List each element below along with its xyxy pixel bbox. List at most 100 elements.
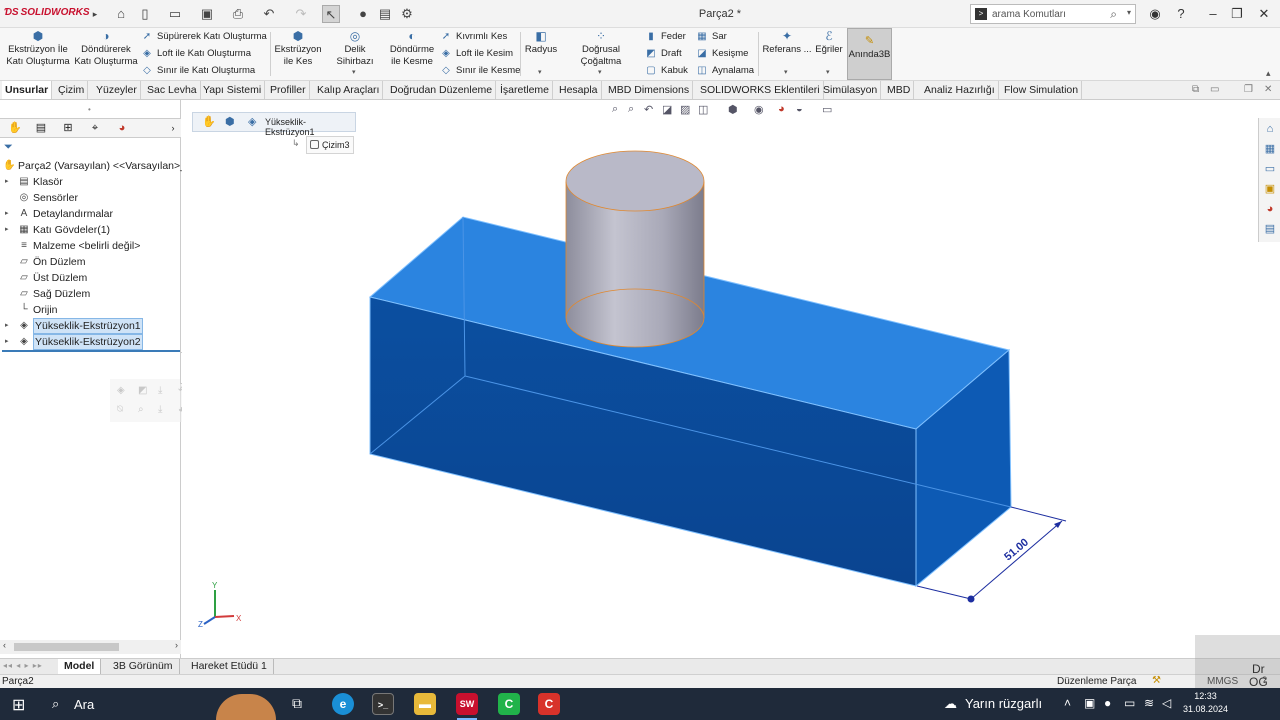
- view-palette-icon[interactable]: ▣: [1263, 182, 1277, 196]
- user-account-icon[interactable]: ◉: [1146, 5, 1164, 23]
- display-style-icon[interactable]: ⬢: [728, 103, 738, 116]
- breadcrumb-sketch[interactable]: ↳ Çizim3: [292, 136, 354, 154]
- print-icon[interactable]: ⎙: [229, 5, 247, 23]
- rebuild-icon[interactable]: ⚒: [1152, 675, 1161, 686]
- zoom-to-selection-icon[interactable]: ⌕: [138, 404, 144, 415]
- tab-surfaces[interactable]: Yüzeyler: [93, 81, 141, 99]
- rollback-icon[interactable]: ⤓: [158, 385, 162, 396]
- linear-pattern-button[interactable]: ⁘ Doğrusal Çoğaltma: [561, 30, 641, 68]
- mirror-button[interactable]: ◫ Aynalama: [696, 64, 754, 78]
- feature-tree-tab-icon[interactable]: ✋: [6, 121, 24, 136]
- weather-widget[interactable]: ☁ Yarın rüzgarlı: [944, 696, 1042, 712]
- viewport-layout-icon[interactable]: ⧉: [1192, 84, 1199, 95]
- new-document-icon[interactable]: ▯: [136, 5, 154, 23]
- apply-scene-icon[interactable]: ◒: [796, 103, 803, 115]
- dynamic-annotation-icon[interactable]: ▨: [680, 103, 690, 116]
- search-icon[interactable]: ⌕: [52, 696, 59, 712]
- search-input[interactable]: arama Komutları: [992, 9, 1066, 20]
- tab-mbd[interactable]: MBD: [884, 81, 915, 99]
- menu-expand-icon[interactable]: ▸: [86, 5, 104, 23]
- filter-icon[interactable]: ⏷: [4, 141, 13, 154]
- rib-button[interactable]: ▮ Feder: [645, 30, 686, 44]
- body-icon[interactable]: ⬢: [225, 115, 235, 128]
- tab-sheet-metal[interactable]: Sac Levha: [144, 81, 201, 99]
- view-settings-icon[interactable]: ▭: [822, 103, 832, 116]
- tab-weldments[interactable]: Profiller: [267, 81, 310, 99]
- task-view-icon[interactable]: ⧉: [292, 695, 302, 712]
- tab-direct-editing[interactable]: Doğrudan Düzenleme: [387, 81, 497, 99]
- chevron-down-icon[interactable]: ▾: [826, 68, 830, 76]
- curves-button[interactable]: ℰ Eğriler: [814, 30, 844, 56]
- minimize-icon[interactable]: –: [1204, 5, 1222, 23]
- expand-arrow-icon[interactable]: ▸: [5, 222, 9, 238]
- tab-flow-simulation[interactable]: Flow Simulation: [1001, 81, 1083, 99]
- design-library-icon[interactable]: ▦: [1263, 142, 1277, 156]
- tab-model[interactable]: Model: [58, 659, 102, 674]
- extruded-cut-button[interactable]: ⬢ Ekstrüzyon ile Kes: [274, 30, 322, 68]
- rollback-bar[interactable]: [2, 350, 180, 352]
- previous-view-icon[interactable]: ↶: [644, 103, 653, 116]
- graphics-area[interactable]: 51.00 Y X Z ✋ ⬢ ◈ Yükseklik-Ekstrüzyon1 …: [182, 100, 1258, 658]
- edit-appearance-icon[interactable]: ◕: [778, 103, 785, 115]
- tab-solidworks-addins[interactable]: SOLIDWORKS Eklentileri: [697, 81, 824, 99]
- swept-cut-button[interactable]: ➚ Kıvrımlı Kes: [440, 30, 507, 44]
- appearances-icon[interactable]: ◕: [1263, 202, 1277, 216]
- save-icon[interactable]: ▣: [198, 5, 216, 23]
- tab-analysis-preparation[interactable]: Analiz Hazırlığı: [921, 81, 999, 99]
- boundary-cut-button[interactable]: ◇ Sınır ile Kesme: [440, 64, 520, 78]
- terminal-app-icon[interactable]: >_: [372, 693, 394, 715]
- collapse-ribbon-icon[interactable]: ▴: [1266, 68, 1271, 79]
- chevron-down-icon[interactable]: ▾: [784, 68, 788, 76]
- lofted-cut-button[interactable]: ◈ Loft ile Kesim: [440, 47, 513, 61]
- edge-browser-icon[interactable]: e: [332, 693, 354, 715]
- microphone-icon[interactable]: ●: [1104, 696, 1111, 710]
- file-properties-icon[interactable]: ▤: [376, 5, 394, 23]
- normal-to-icon[interactable]: ⤓: [158, 404, 162, 415]
- dimension-endpoint[interactable]: [967, 595, 975, 603]
- viewport-minimize-icon[interactable]: ▭: [1210, 84, 1219, 95]
- edit-feature-icon[interactable]: ◈: [117, 385, 125, 396]
- solidworks-logo[interactable]: ƊS SOLIDWORKS: [4, 7, 90, 18]
- file-explorer-app-icon[interactable]: ▬: [414, 693, 436, 715]
- chevron-down-icon[interactable]: ▾: [1127, 8, 1131, 17]
- breadcrumb-feature[interactable]: Yükseklik-Ekstrüzyon1: [265, 117, 355, 137]
- reference-geometry-button[interactable]: ✦ Referans ...: [762, 30, 812, 56]
- traffic-light-icon[interactable]: ●: [354, 5, 372, 23]
- expand-arrow-icon[interactable]: ▸: [5, 174, 9, 190]
- custom-properties-icon[interactable]: ▤: [1263, 222, 1277, 236]
- model-view[interactable]: 51.00 Y X Z: [182, 100, 1258, 658]
- instant3d-button[interactable]: ✎ Anında3B: [847, 28, 892, 80]
- hole-wizard-button[interactable]: ◎ Delik Sihirbazı: [326, 30, 384, 68]
- wrap-button[interactable]: ▦ Sar: [696, 30, 727, 44]
- dimxpert-tab-icon[interactable]: ⌖: [86, 121, 104, 136]
- boundary-boss-button[interactable]: ◇ Sınır ile Katı Oluşturma: [141, 64, 255, 78]
- viewport-close-icon[interactable]: ✕: [1264, 84, 1272, 95]
- camtasia-green-icon[interactable]: C: [498, 693, 520, 715]
- restore-icon[interactable]: ❐: [1228, 5, 1246, 23]
- search-icon[interactable]: ⌕: [1110, 7, 1117, 22]
- revolved-cut-button[interactable]: ◐ Döndürme ile Kesme: [388, 30, 436, 68]
- open-folder-icon[interactable]: ▭: [166, 5, 184, 23]
- tab-mbd-dimensions[interactable]: MBD Dimensions: [605, 81, 694, 99]
- fillet-button[interactable]: ◧ Radyus: [524, 30, 558, 56]
- tab-motion-study[interactable]: Hareket Etüdü 1: [185, 659, 274, 674]
- tab-navigation-arrows[interactable]: ◂◂ ◂ ▸ ▸▸: [3, 661, 43, 670]
- lofted-boss-button[interactable]: ◈ Loft ile Katı Oluşturma: [141, 47, 251, 61]
- section-view-icon[interactable]: ◪: [662, 103, 672, 116]
- chevron-down-icon[interactable]: ▾: [598, 68, 602, 76]
- scroll-left-icon[interactable]: ‹: [3, 640, 6, 650]
- tab-evaluate[interactable]: Hesapla: [556, 81, 602, 99]
- camtasia-red-icon[interactable]: C: [538, 693, 560, 715]
- viewport-restore-icon[interactable]: ❐: [1244, 84, 1253, 95]
- options-gear-icon[interactable]: ⚙: [398, 5, 416, 23]
- help-icon[interactable]: ?: [1172, 5, 1190, 23]
- property-manager-tab-icon[interactable]: ▤: [32, 121, 50, 136]
- extrude-feature-icon[interactable]: ◈: [248, 115, 256, 128]
- part-icon[interactable]: ✋: [202, 115, 216, 128]
- display-manager-tab-icon[interactable]: ◕: [113, 121, 131, 136]
- scroll-right-icon[interactable]: ›: [175, 640, 178, 650]
- breadcrumb-sketch-label[interactable]: Çizim3: [322, 140, 350, 150]
- tab-3d-view[interactable]: 3B Görünüm: [107, 659, 180, 674]
- expand-arrow-icon[interactable]: ▸: [5, 334, 9, 350]
- tab-mold-tools[interactable]: Kalıp Araçları: [314, 81, 384, 99]
